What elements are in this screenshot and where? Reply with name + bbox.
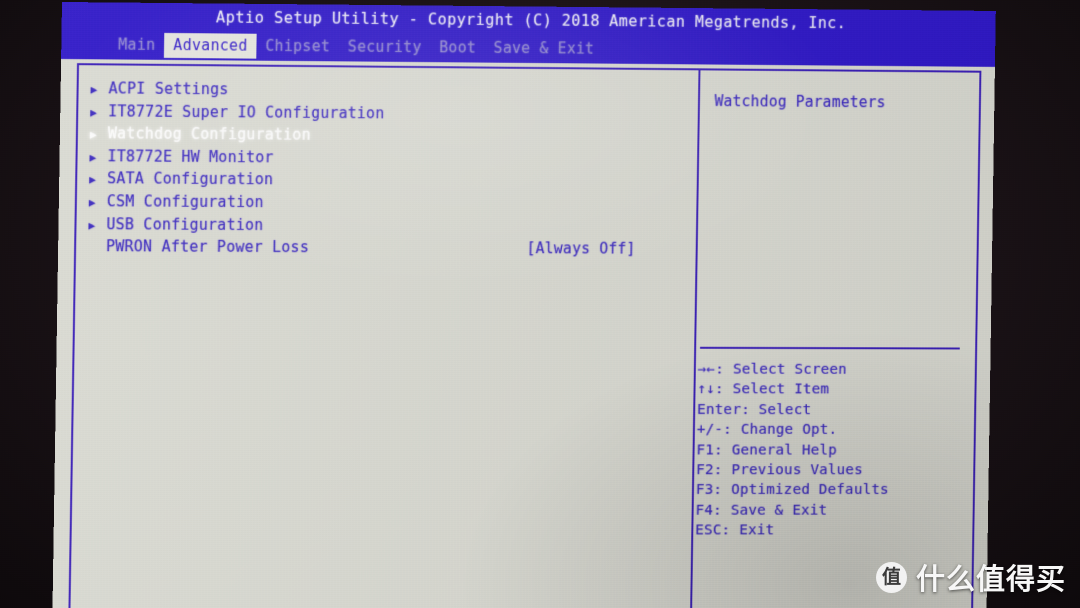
menu-item-label: PWRON After Power Loss bbox=[105, 237, 310, 257]
tab-boot[interactable]: Boot bbox=[430, 35, 485, 60]
menu-item-label: USB Configuration bbox=[106, 214, 264, 234]
key-legend: →←: Select Screen ↑↓: Select Item Enter:… bbox=[695, 361, 979, 542]
tab-save-and-exit[interactable]: Save & Exit bbox=[485, 36, 604, 62]
menu-item-label: IT8772E Super IO Configuration bbox=[108, 101, 385, 122]
submenu-arrow-icon: ▶ bbox=[90, 105, 98, 119]
legend-enter-select: Enter: Select bbox=[697, 400, 812, 418]
screen-wrapper: Aptio Setup Utility - Copyright (C) 2018… bbox=[0, 0, 1080, 608]
menu-item-label: SATA Configuration bbox=[107, 169, 274, 189]
pwron-after-power-loss-value[interactable]: [Always Off] bbox=[526, 239, 635, 257]
tab-main[interactable]: Main bbox=[109, 32, 165, 57]
bios-header: Aptio Setup Utility - Copyright (C) 2018… bbox=[61, 2, 996, 67]
submenu-arrow-icon: ▶ bbox=[90, 83, 98, 97]
menu-item-label: ACPI Settings bbox=[108, 79, 229, 99]
menu-item-label: Watchdog Configuration bbox=[107, 124, 311, 144]
tab-advanced[interactable]: Advanced bbox=[164, 32, 257, 59]
menu-item-label: CSM Configuration bbox=[106, 192, 264, 212]
legend-change-opt: +/-: Change Opt. bbox=[696, 421, 838, 438]
menu-item-pwron-after-power-loss[interactable]: PWRON After Power Loss [Always Off] bbox=[88, 237, 680, 262]
legend-f1-general-help: F1: General Help bbox=[696, 441, 838, 459]
page-title: Aptio Setup Utility - Copyright (C) 2018… bbox=[215, 8, 847, 33]
submenu-arrow-icon: ▶ bbox=[89, 150, 97, 165]
legend-f3-optimized-defaults: F3: Optimized Defaults bbox=[695, 481, 889, 499]
menu-tab-bar: Main Advanced Chipset Security Boot Save… bbox=[109, 32, 603, 61]
submenu-arrow-icon: ▶ bbox=[88, 196, 96, 210]
submenu-arrow-icon: ▶ bbox=[88, 218, 96, 232]
submenu-arrow-icon: ▶ bbox=[89, 128, 97, 142]
settings-list: ▶ ACPI Settings ▶ IT8772E Super IO Confi… bbox=[88, 79, 683, 262]
legend-f2-previous-values: F2: Previous Values bbox=[696, 461, 864, 479]
menu-item-label: IT8772E HW Monitor bbox=[107, 147, 274, 167]
legend-select-item: ↑↓: Select Item bbox=[697, 380, 830, 398]
bios-screen: Aptio Setup Utility - Copyright (C) 2018… bbox=[52, 2, 996, 608]
tab-security[interactable]: Security bbox=[339, 34, 431, 60]
legend-esc-exit: ESC: Exit bbox=[695, 521, 775, 539]
photo-of-monitor: Aptio Setup Utility - Copyright (C) 2018… bbox=[0, 0, 1080, 608]
help-description: Watchdog Parameters bbox=[714, 92, 886, 112]
menu-item-usb-configuration[interactable]: ▶ USB Configuration bbox=[88, 215, 680, 240]
legend-f4-save-and-exit: F4: Save & Exit bbox=[695, 501, 828, 519]
legend-select-screen: →←: Select Screen bbox=[697, 360, 848, 378]
menu-item-csm-configuration[interactable]: ▶ CSM Configuration bbox=[89, 192, 681, 218]
submenu-arrow-icon: ▶ bbox=[89, 173, 97, 187]
tab-chipset[interactable]: Chipset bbox=[256, 34, 339, 60]
bios-body: ▶ ACPI Settings ▶ IT8772E Super IO Confi… bbox=[52, 58, 995, 608]
